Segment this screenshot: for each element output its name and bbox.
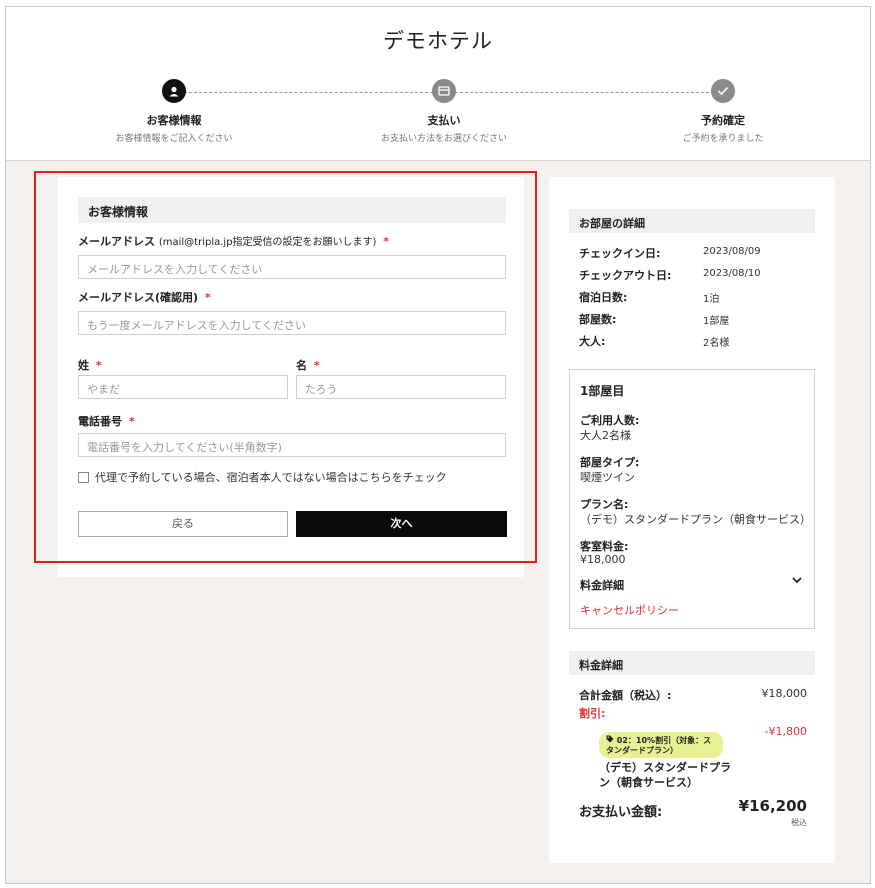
checkin-label: チェックイン日:: [579, 247, 661, 260]
guests-label: ご利用人数:: [580, 414, 640, 427]
adults-value: 2名様: [703, 338, 730, 349]
user-icon: [162, 79, 186, 103]
total-value: ¥18,000: [761, 687, 808, 700]
required-mark: *: [95, 359, 102, 372]
plan-label: プラン名:: [580, 498, 629, 511]
price-detail-title: 料金詳細: [569, 651, 815, 675]
coupon-badge: 02：10%割引（対象：スタンダードプラン）: [599, 732, 723, 758]
proxy-booking-row: 代理で予約している場合、宿泊者本人ではない場合はこちらをチェック: [78, 469, 447, 485]
booking-summary: お部屋の詳細 チェックイン日: 2023/08/09 チェックアウト日: 202…: [549, 177, 835, 863]
plan-value: （デモ）スタンダードプラン（朝食サービス）: [580, 513, 811, 526]
check-icon: [711, 79, 735, 103]
step-sub: お客様情報をご記入ください: [115, 134, 233, 144]
email-label: メールアドレス (mail@tripla.jp指定受信の設定をお願いします) *: [78, 235, 390, 248]
checkout-value: 2023/08/10: [703, 268, 761, 279]
email-confirm-label: メールアドレス(確認用) *: [78, 291, 211, 304]
step-sub: ご予約を承りました: [682, 134, 764, 144]
room-rate-label: 客室料金:: [580, 540, 629, 553]
proxy-booking-label: 代理で予約している場合、宿泊者本人ではない場合はこちらをチェック: [95, 471, 447, 484]
step-label: 予約確定: [701, 114, 745, 127]
required-mark: *: [313, 359, 320, 372]
customer-info-form: お客様情報 メールアドレス (mail@tripla.jp指定受信の設定をお願い…: [58, 177, 524, 577]
room-rate-value: ¥18,000: [580, 553, 626, 566]
header: デモホテル お客様情報 お客様情報をご記入ください 支払い お支払い方法をお選び…: [6, 7, 870, 161]
room-details-title: お部屋の詳細: [569, 209, 815, 233]
tax-included-note: 税込: [791, 818, 807, 827]
payment-amount-value: ¥16,200: [738, 797, 807, 815]
guests-value: 大人2名様: [580, 429, 631, 442]
required-mark: *: [128, 415, 135, 428]
next-button[interactable]: 次へ: [296, 511, 507, 537]
last-name-field[interactable]: やまだ: [78, 375, 288, 399]
chevron-down-icon[interactable]: [792, 576, 802, 587]
discount-label: 割引:: [579, 707, 606, 720]
step-customer-info: お客様情報 お客様情報をご記入ください: [94, 79, 254, 144]
first-name-field[interactable]: たろう: [296, 375, 506, 399]
step-label: お客様情報: [146, 114, 202, 127]
required-mark: *: [383, 235, 390, 248]
credit-card-icon: [432, 79, 456, 103]
page-frame: デモホテル お客様情報 お客様情報をご記入ください 支払い お支払い方法をお選び…: [5, 6, 871, 884]
step-confirmed: 予約確定 ご予約を承りました: [643, 79, 803, 144]
step-sub: お支払い方法をお選びください: [380, 134, 507, 144]
checkin-value: 2023/08/09: [703, 246, 761, 257]
payment-amount-label: お支払い金額:: [579, 805, 663, 820]
required-mark: *: [204, 291, 211, 304]
proxy-booking-checkbox[interactable]: [78, 471, 89, 483]
fee-detail-toggle[interactable]: 料金詳細: [580, 577, 624, 593]
nights-label: 宿泊日数:: [579, 291, 628, 304]
coupon-text: 02：10%割引（対象：スタンダードプラン）: [606, 736, 712, 755]
phone-field[interactable]: 電話番号を入力してください(半角数字): [78, 433, 506, 457]
total-label: 合計金額（税込）:: [579, 689, 672, 702]
room-card: 1部屋目 ご利用人数: 大人2名様 部屋タイプ: 喫煙ツイン プラン名: （デモ…: [569, 369, 815, 629]
room-card-title: 1部屋目: [580, 384, 625, 398]
step-label: 支払い: [427, 114, 461, 127]
phone-label: 電話番号 *: [78, 415, 135, 428]
adults-label: 大人:: [579, 335, 606, 348]
rooms-value: 1部屋: [703, 316, 730, 327]
email-field[interactable]: メールアドレスを入力してください: [78, 255, 506, 279]
discount-value: -¥1,800: [764, 725, 807, 738]
tag-icon: [606, 735, 617, 745]
email-note: (mail@tripla.jp指定受信の設定をお願いします): [158, 237, 377, 248]
checkout-label: チェックアウト日:: [579, 269, 672, 282]
hotel-title: デモホテル: [383, 29, 493, 53]
room-type-label: 部屋タイプ:: [580, 456, 640, 469]
coupon-plan-name: （デモ）スタンダードプラン（朝食サービス）: [599, 761, 731, 789]
form-section-title: お客様情報: [78, 197, 506, 223]
first-name-label: 名 *: [296, 359, 320, 372]
email-confirm-field[interactable]: もう一度メールアドレスを入力してください: [78, 311, 506, 335]
rooms-label: 部屋数:: [579, 313, 617, 326]
cancel-policy-link[interactable]: キャンセルポリシー: [580, 602, 679, 618]
nights-value: 1泊: [703, 294, 720, 305]
last-name-label: 姓 *: [78, 359, 102, 372]
room-type-value: 喫煙ツイン: [580, 471, 635, 484]
back-button[interactable]: 戻る: [78, 511, 288, 537]
step-payment: 支払い お支払い方法をお選びください: [364, 79, 524, 144]
